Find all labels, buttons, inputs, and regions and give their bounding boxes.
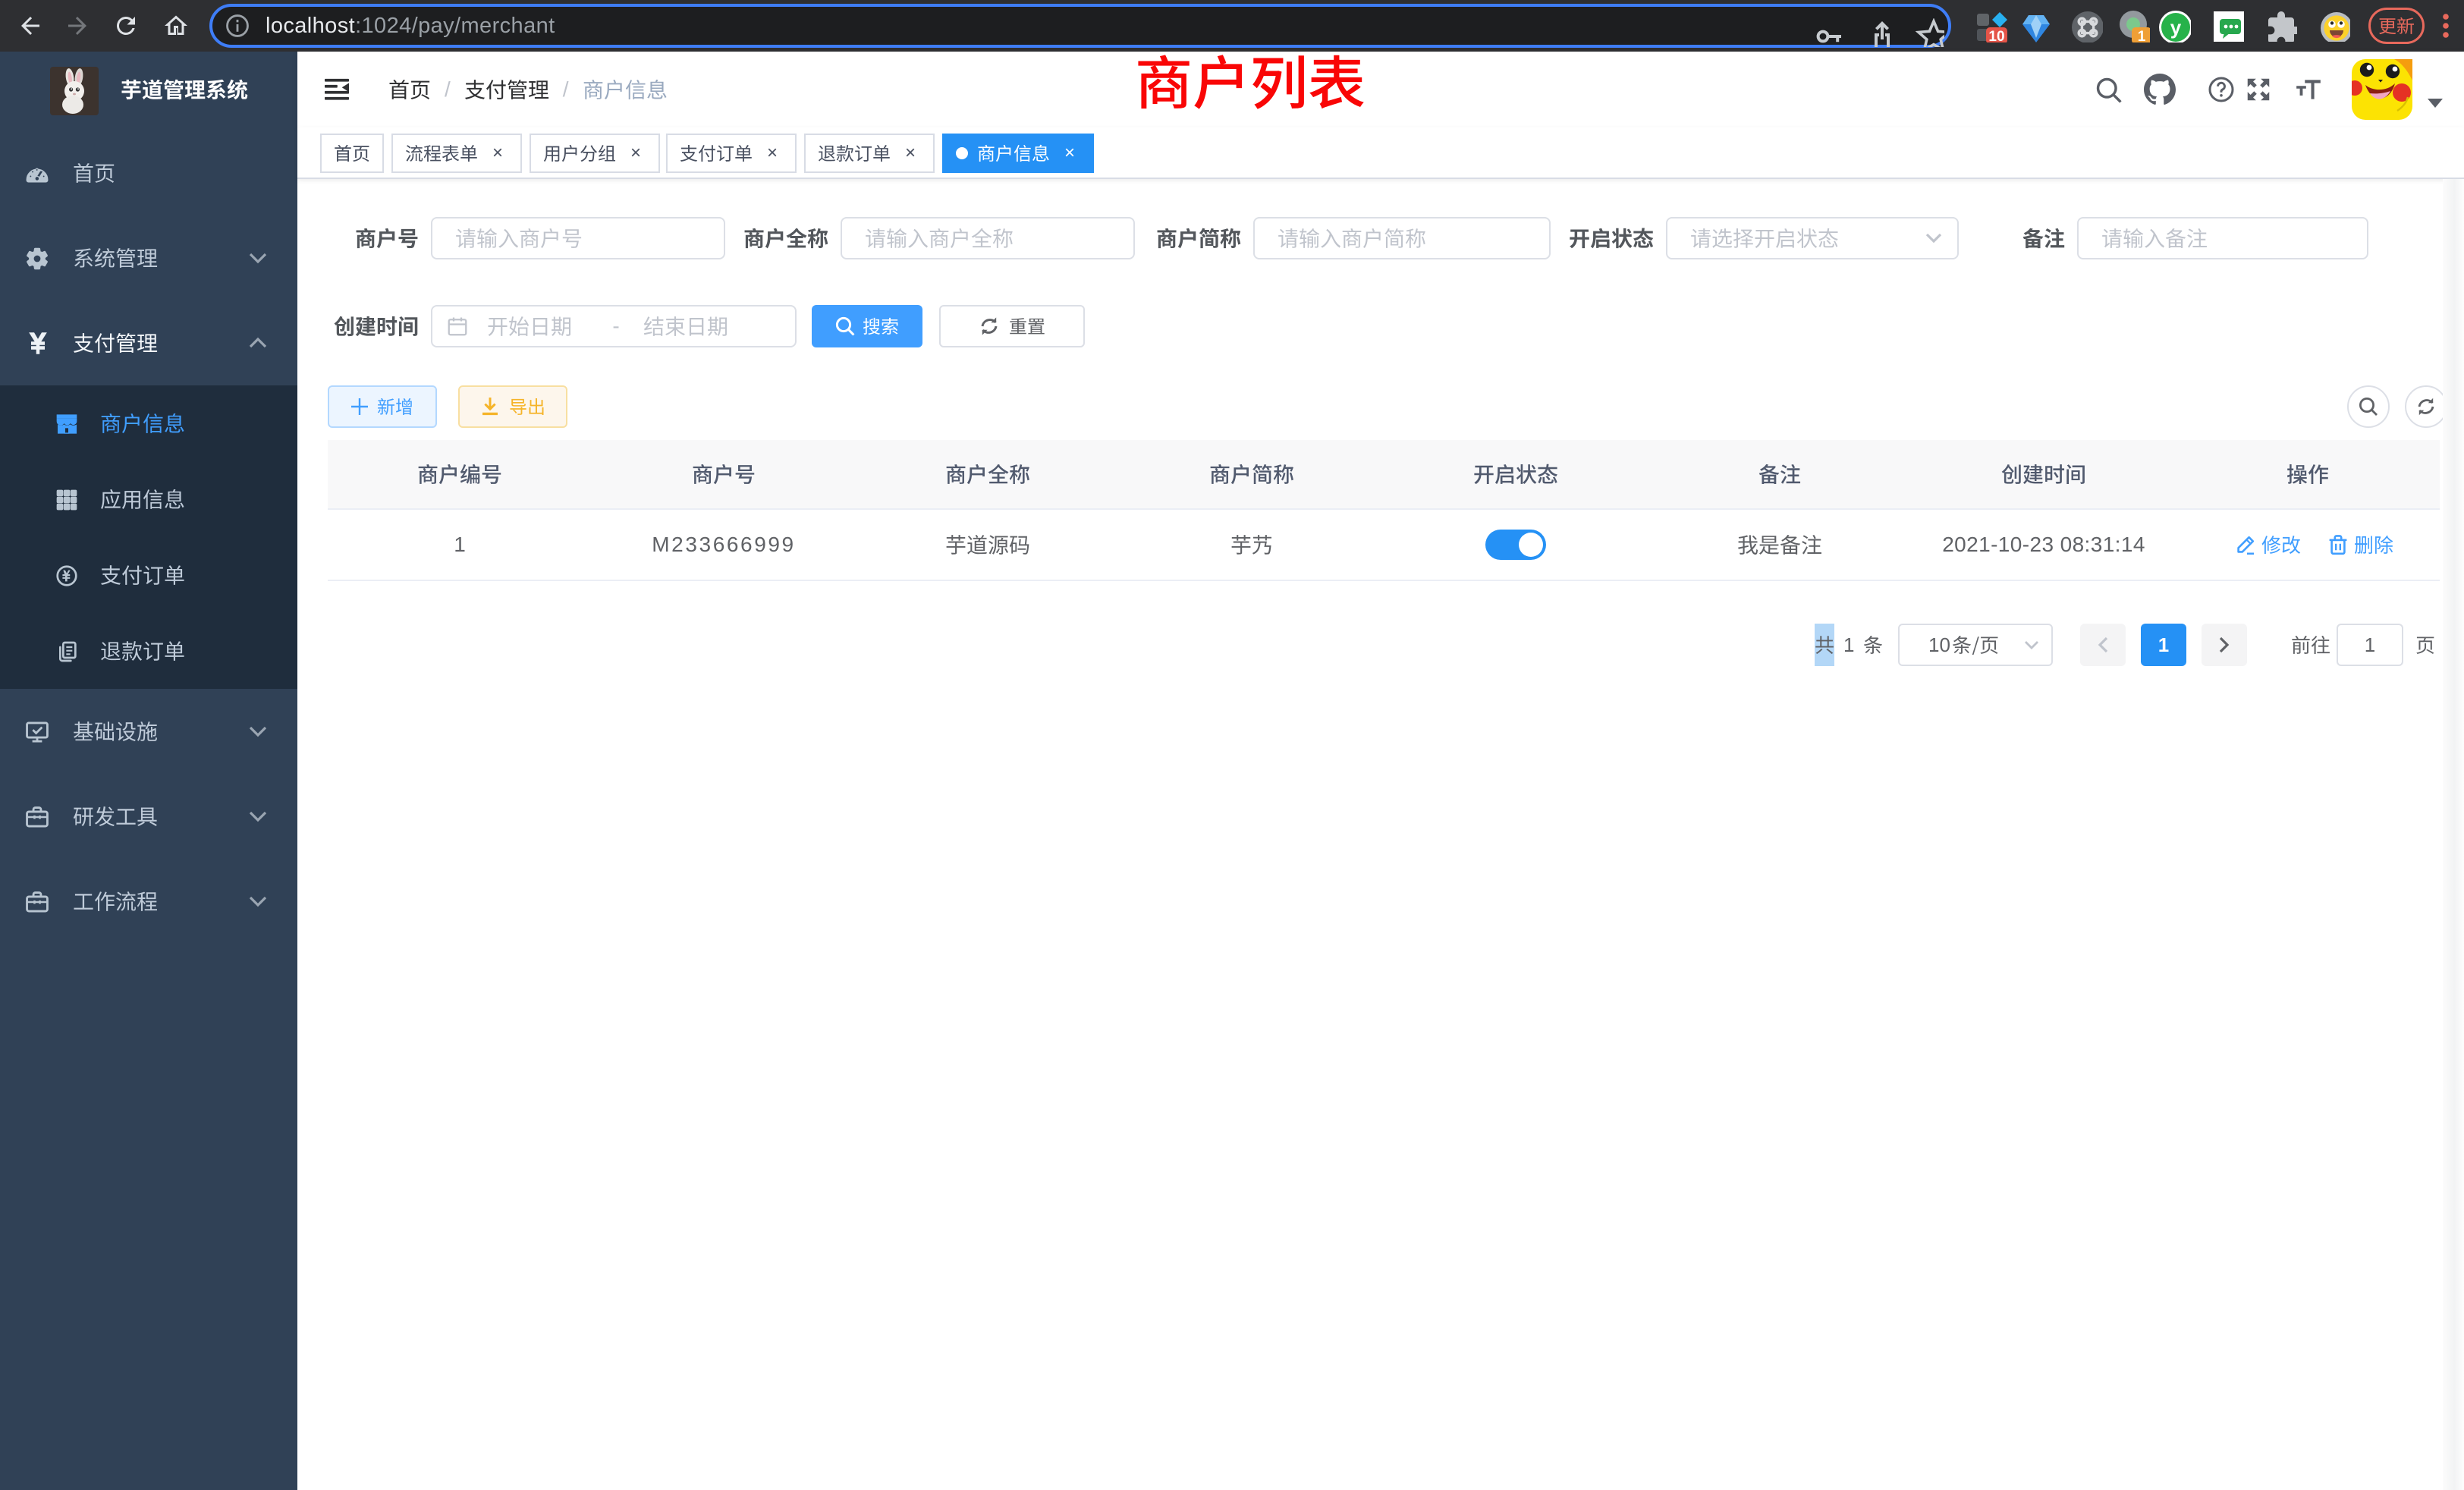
svg-text:1: 1: [2138, 29, 2146, 42]
svg-text:10: 10: [1988, 29, 2004, 42]
svg-text:y: y: [2170, 16, 2182, 39]
